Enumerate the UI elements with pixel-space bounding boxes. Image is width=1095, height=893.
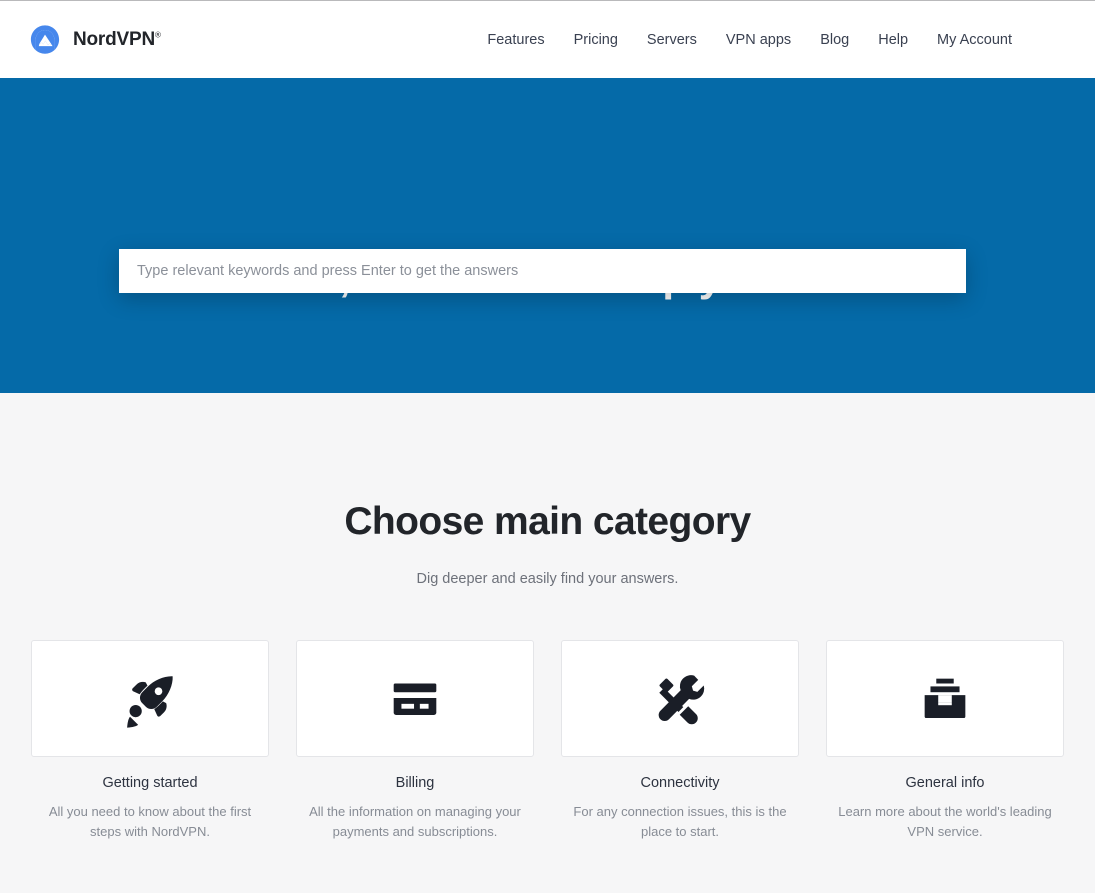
nav-item-features[interactable]: Features xyxy=(487,32,544,48)
brand-name: NordVPN® xyxy=(73,29,161,51)
tools-icon xyxy=(658,674,705,724)
brand-logo[interactable]: NordVPN® xyxy=(28,23,161,57)
nav-item-servers[interactable]: Servers xyxy=(647,32,697,48)
nav-item-my-account[interactable]: My Account xyxy=(937,32,1012,48)
category-card-getting-started: Getting started All you need to know abo… xyxy=(31,640,269,842)
main-content: Choose main category Dig deeper and easi… xyxy=(0,393,1095,893)
nav-item-blog[interactable]: Blog xyxy=(820,32,849,48)
nav-item-help[interactable]: Help xyxy=(878,32,908,48)
category-card-general-info: General info Learn more about the world'… xyxy=(826,640,1064,842)
nav-item-pricing[interactable]: Pricing xyxy=(574,32,618,48)
section-subtitle: Dig deeper and easily find your answers. xyxy=(416,571,679,587)
site-header: NordVPN® Features Pricing Servers VPN ap… xyxy=(0,1,1095,78)
category-card-title[interactable]: Getting started xyxy=(31,775,269,791)
hero-banner: Hi, how can we help you? xyxy=(0,78,1095,393)
category-card-tile[interactable] xyxy=(296,640,534,757)
category-card-description: For any connection issues, this is the p… xyxy=(573,804,787,840)
category-card-tile[interactable] xyxy=(561,640,799,757)
section-title: Choose main category xyxy=(344,500,751,543)
brand-name-text: NordVPN xyxy=(73,28,155,50)
category-card-description: All you need to know about the first ste… xyxy=(48,804,252,840)
search-box[interactable] xyxy=(119,249,966,293)
category-card-title[interactable]: Billing xyxy=(296,775,534,791)
nordvpn-mountain-logo-icon xyxy=(30,24,60,54)
category-card-list: Getting started All you need to know abo… xyxy=(31,640,1064,842)
archive-box-icon xyxy=(924,678,966,718)
category-card-tile[interactable] xyxy=(826,640,1064,757)
category-card-connectivity: Connectivity For any connection issues, … xyxy=(561,640,799,842)
category-card-tile[interactable] xyxy=(31,640,269,757)
category-card-billing: Billing All the information on managing … xyxy=(296,640,534,842)
brand-trademark: ® xyxy=(155,30,161,40)
category-card-description: All the information on managing your pay… xyxy=(309,804,521,840)
credit-card-icon xyxy=(393,683,437,715)
rocket-icon xyxy=(127,675,173,728)
search-input[interactable] xyxy=(119,249,966,293)
help-center-page: NordVPN® Features Pricing Servers VPN ap… xyxy=(0,0,1095,893)
category-card-description: Learn more about the world's leading VPN… xyxy=(838,804,1052,840)
nav-item-vpn-apps[interactable]: VPN apps xyxy=(726,32,791,48)
main-navigation: Features Pricing Servers VPN apps Blog H… xyxy=(487,32,1012,48)
category-card-title[interactable]: Connectivity xyxy=(561,775,799,791)
category-card-title[interactable]: General info xyxy=(826,775,1064,791)
